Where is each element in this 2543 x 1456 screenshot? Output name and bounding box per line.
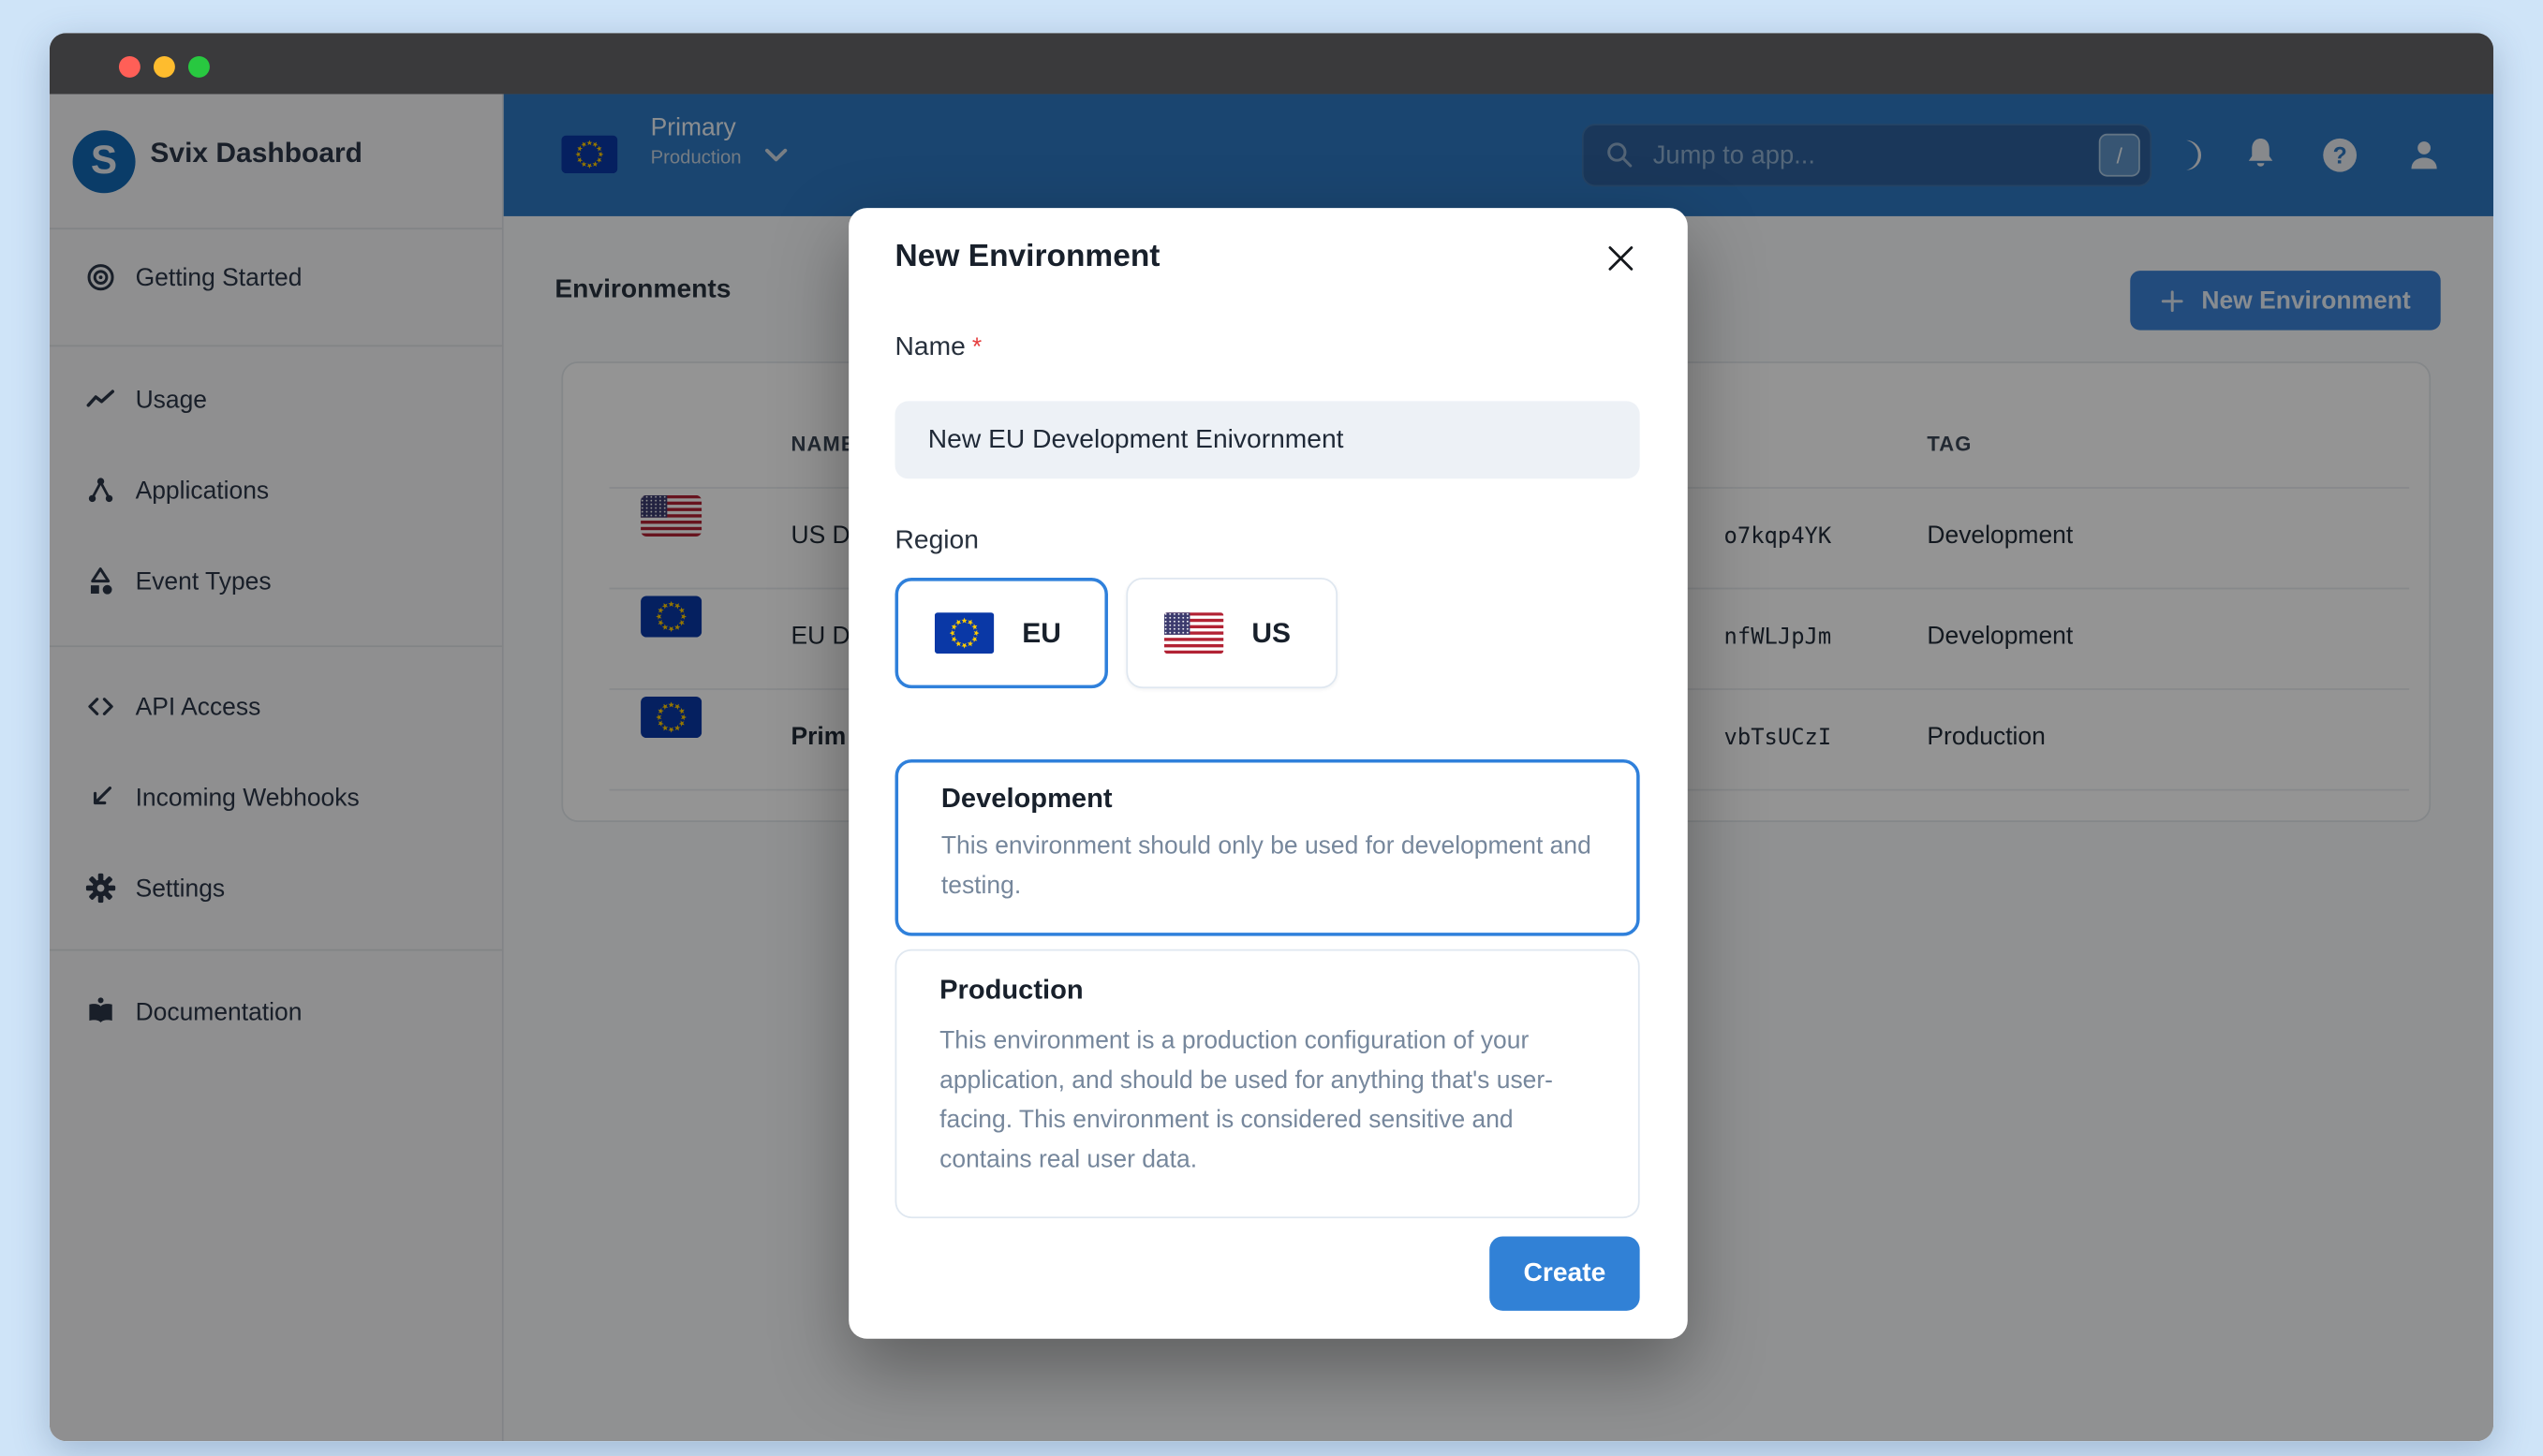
- minimize-window-button[interactable]: [153, 55, 175, 78]
- region-code-label: US: [1251, 616, 1291, 648]
- type-card-title: Production: [939, 975, 1084, 1006]
- modal-title: New Environment: [894, 239, 1161, 274]
- us-flag-icon: [1163, 612, 1224, 654]
- eu-flag-icon: [934, 612, 995, 654]
- type-card-description: This environment is a production configu…: [939, 1026, 1554, 1174]
- type-card-description: This environment should only be used for…: [940, 831, 1591, 900]
- new-environment-modal: New Environment Name* Region EU US Devel…: [849, 208, 1688, 1339]
- name-label-text: Name: [894, 333, 966, 362]
- close-window-button[interactable]: [118, 55, 140, 78]
- region-code-label: EU: [1022, 616, 1061, 648]
- environment-name-input[interactable]: [894, 401, 1640, 479]
- app-viewport: S Svix Dashboard Getting Started Usage A…: [49, 94, 2494, 1442]
- required-asterisk: *: [971, 333, 983, 362]
- app-window: S Svix Dashboard Getting Started Usage A…: [49, 33, 2494, 1442]
- window-titlebar: [49, 33, 2494, 95]
- environment-type-development[interactable]: Development This environment should only…: [894, 758, 1640, 936]
- environment-type-production[interactable]: Production This environment is a product…: [894, 949, 1640, 1219]
- close-icon[interactable]: [1606, 244, 1634, 272]
- create-button-label: Create: [1523, 1258, 1606, 1287]
- region-field-label: Region: [894, 526, 979, 555]
- region-option-us[interactable]: US: [1126, 578, 1338, 689]
- create-button[interactable]: Create: [1489, 1236, 1640, 1311]
- name-field-label: Name *: [895, 333, 983, 363]
- type-card-title: Development: [940, 784, 1113, 815]
- region-option-eu[interactable]: EU: [894, 578, 1108, 689]
- zoom-window-button[interactable]: [187, 55, 210, 78]
- screen: S Svix Dashboard Getting Started Usage A…: [0, 0, 2543, 1456]
